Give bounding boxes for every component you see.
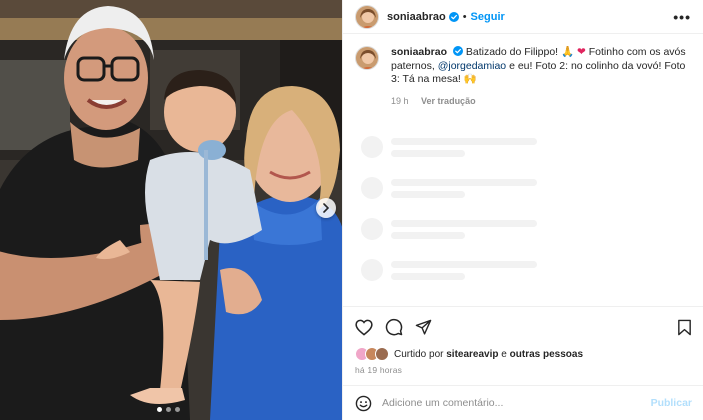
chevron-right-icon — [323, 203, 330, 213]
carousel-dot — [157, 407, 162, 412]
liker-avatars[interactable] — [355, 347, 391, 361]
post-header: soniaabrao • Seguir ••• — [343, 0, 703, 34]
praying-hands-emoji: 🙏 — [561, 46, 575, 58]
skeleton-line — [391, 190, 465, 198]
carousel-dot — [166, 407, 171, 412]
carousel-indicator — [157, 407, 180, 412]
skeleton-line — [391, 260, 537, 268]
action-icons — [355, 317, 692, 337]
avatar[interactable] — [355, 4, 379, 29]
heart-emoji: ❤ — [577, 46, 586, 58]
raised-hands-emoji: 🙌 — [463, 73, 477, 85]
caption-mention[interactable]: @jorgedamiao — [438, 60, 506, 72]
likes-text: Curtido por sitearеavip e outras pessoas — [394, 349, 583, 360]
carousel-next-button[interactable] — [316, 198, 336, 218]
post-photo[interactable] — [0, 0, 342, 420]
translate-link[interactable]: Ver tradução — [421, 96, 476, 106]
skeleton-row — [361, 177, 681, 199]
post-details-panel: soniaabrao • Seguir ••• soniaabrao Batiz… — [342, 0, 703, 420]
publish-button[interactable]: Publicar — [651, 397, 692, 409]
skeleton-avatar — [361, 259, 383, 281]
skeleton-line — [391, 272, 465, 280]
skeleton-line — [391, 219, 537, 227]
bookmark-icon[interactable] — [677, 319, 692, 336]
comment-icon[interactable] — [385, 318, 403, 336]
more-options-icon[interactable]: ••• — [673, 9, 691, 25]
skeleton-avatar — [361, 136, 383, 158]
share-icon[interactable] — [415, 319, 432, 336]
likes-others[interactable]: outras pessoas — [510, 349, 583, 360]
verified-badge-icon — [448, 11, 459, 22]
follow-button[interactable]: Seguir — [471, 11, 505, 23]
skeleton-row — [361, 259, 681, 281]
skeleton-line — [391, 149, 465, 157]
profile-photo — [356, 5, 378, 28]
skeleton-line — [391, 231, 465, 239]
caption-text: soniaabrao Batizado do Filippo! 🙏 ❤ Foti… — [391, 46, 691, 87]
skeleton-row — [361, 218, 681, 240]
liker-avatar — [375, 347, 389, 361]
caption-meta: 19 h Ver tradução — [391, 95, 691, 109]
comment-bar: Publicar — [343, 385, 703, 420]
skeleton-avatar — [361, 177, 383, 199]
skeleton-line — [391, 137, 537, 145]
skeleton-line — [391, 178, 537, 186]
likes-summary: Curtido por sitearеavip e outras pessoas — [355, 347, 692, 361]
smiley-icon[interactable] — [355, 395, 372, 412]
profile-photo — [356, 47, 378, 69]
caption-username[interactable]: soniaabrao — [391, 46, 447, 58]
verified-badge-icon — [452, 46, 463, 56]
likes-prefix: Curtido por — [394, 348, 447, 360]
likes-suffix: e — [498, 348, 510, 360]
header-separator: • — [462, 10, 467, 23]
comments-loading-placeholder — [361, 136, 681, 300]
caption-part-1: Batizado do Filippo! — [465, 46, 562, 58]
post-username[interactable]: soniaabrao — [387, 11, 446, 23]
skeleton-row — [361, 136, 681, 158]
caption-avatar[interactable] — [355, 46, 379, 70]
post-timestamp[interactable]: há 19 horas — [355, 365, 692, 375]
caption-age: 19 h — [391, 95, 409, 106]
photo-image — [0, 0, 342, 420]
heart-icon[interactable] — [355, 319, 373, 336]
caption: soniaabrao Batizado do Filippo! 🙏 ❤ Foti… — [391, 46, 691, 108]
likes-user[interactable]: sitearеavip — [446, 349, 498, 360]
comment-input[interactable] — [382, 397, 622, 409]
caption-row: soniaabrao Batizado do Filippo! 🙏 ❤ Foti… — [343, 34, 703, 108]
skeleton-avatar — [361, 218, 383, 240]
post-actions: Curtido por sitearеavip e outras pessoas… — [343, 306, 703, 375]
carousel-dot — [175, 407, 180, 412]
